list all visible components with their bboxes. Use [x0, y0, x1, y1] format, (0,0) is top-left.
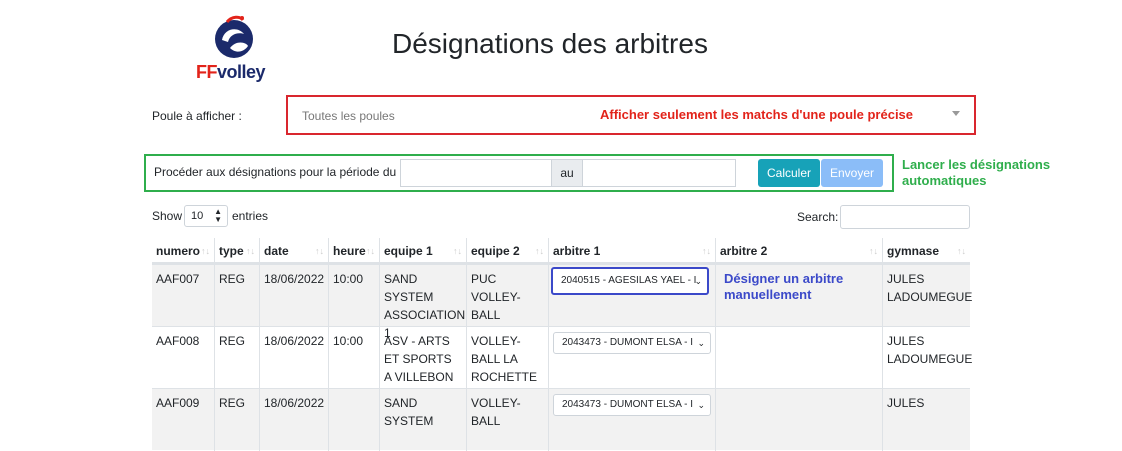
periode-form: Procéder aux désignations pour la périod…: [144, 154, 894, 192]
date-end-input[interactable]: [582, 159, 736, 187]
chevron-down-icon: ⌄: [694, 276, 702, 286]
cell-equipe2: PUC VOLLEY-BALL: [467, 265, 549, 327]
sort-icon: ↑↓: [315, 246, 324, 256]
arbitre1-select-value: 2040515 - AGESILAS YAEL - I: [561, 275, 697, 286]
cell-arbitre2: [716, 389, 883, 451]
sort-icon: ↑↓: [957, 246, 966, 256]
arbitre1-select[interactable]: 2043473 - DUMONT ELSA - I ⌄: [553, 394, 711, 416]
cell-arbitre1: 2040515 - AGESILAS YAEL - I ⌄: [549, 265, 716, 327]
caret-down-icon: [952, 111, 960, 116]
cell-arbitre1: 2043473 - DUMONT ELSA - I ⌄: [549, 389, 716, 451]
cell-heure: [329, 389, 380, 451]
search-input[interactable]: [840, 205, 970, 229]
periode-annotation: Lancer les désignations automatiques: [902, 157, 1051, 188]
poule-label: Poule à afficher :: [152, 109, 242, 123]
cell-equipe1: ASV - ARTS ET SPORTS A VILLEBON 1: [380, 327, 467, 402]
logo-ff: FF: [196, 62, 218, 82]
column-header-heure[interactable]: heure ↑↓: [329, 238, 380, 264]
arbitre1-select-value: 2043473 - DUMONT ELSA - I: [562, 399, 693, 410]
au-label: au: [552, 159, 582, 187]
arbitre1-select-value: 2043473 - DUMONT ELSA - I: [562, 337, 693, 348]
column-header-date[interactable]: date ↑↓: [260, 238, 329, 264]
sort-icon: ↑↓: [535, 246, 544, 256]
sort-icon: ↑↓: [366, 246, 375, 256]
entries-select-value: 10: [191, 210, 204, 222]
cell-date: 18/06/2022: [260, 389, 329, 451]
table-header-row: numero ↑↓ type ↑↓ date ↑↓ heure ↑↓ equipe 1 ↑…: [152, 238, 970, 264]
column-header-gymnase[interactable]: gymnase ↑↓: [883, 238, 970, 264]
table-row: AAF009 REG 18/06/2022 SAND SYSTEM VOLLEY…: [152, 388, 970, 451]
column-header-equipe2[interactable]: equipe 2 ↑↓: [467, 238, 549, 264]
sort-icon: ↑↓: [869, 246, 878, 256]
cell-equipe1: SAND SYSTEM ASSOCIATION 1: [380, 265, 467, 340]
cell-numero: AAF009: [152, 389, 215, 451]
cell-date: 18/06/2022: [260, 327, 329, 389]
logo-volley: volley: [217, 62, 266, 82]
cell-numero: AAF007: [152, 265, 215, 327]
cell-numero: AAF008: [152, 327, 215, 389]
column-header-equipe1[interactable]: equipe 1 ↑↓: [380, 238, 467, 264]
sort-icon: ↑↓: [201, 246, 210, 256]
cell-type: REG: [215, 327, 260, 389]
cell-equipe2: VOLLEY-BALL LA ROCHETTE: [467, 327, 549, 389]
arbitre1-select[interactable]: 2043473 - DUMONT ELSA - I ⌄: [553, 332, 711, 354]
entries-select[interactable]: 10 ▲ ▼: [184, 205, 228, 227]
cell-heure: 10:00: [329, 327, 380, 389]
envoyer-button[interactable]: Envoyer: [821, 159, 883, 187]
column-header-type[interactable]: type ↑↓: [215, 238, 260, 264]
periode-label: Procéder aux désignations pour la périod…: [154, 165, 397, 179]
poule-select-value: Toutes les poules: [302, 109, 395, 123]
sort-icon: ↑↓: [702, 246, 711, 256]
logo-text: FFvolley: [196, 62, 266, 83]
column-header-arbitre2[interactable]: arbitre 2 ↑↓: [716, 238, 883, 264]
arbitre1-select[interactable]: 2040515 - AGESILAS YAEL - I ⌄: [551, 267, 709, 295]
chevron-down-icon: ⌄: [697, 338, 705, 348]
poule-select[interactable]: Toutes les poules Afficher seulement les…: [286, 95, 976, 135]
sort-icon: ↑↓: [246, 246, 255, 256]
column-header-numero[interactable]: numero ↑↓: [152, 238, 215, 264]
column-header-arbitre1[interactable]: arbitre 1 ↑↓: [549, 238, 716, 264]
cell-gymnase: JULES LADOUMEGUE: [887, 272, 973, 304]
page-title: Désignations des arbitres: [392, 28, 708, 59]
search-label: Search:: [797, 210, 839, 224]
entries-label: entries: [232, 209, 269, 223]
poule-annotation: Afficher seulement les matchs d'une poul…: [600, 107, 914, 122]
cell-gymnase: JULES LADOUMEGUE: [887, 334, 973, 366]
show-label: Show: [152, 209, 183, 223]
cell-type: REG: [215, 265, 260, 327]
updown-arrow-icon: ▲ ▼: [214, 207, 222, 224]
table-row: AAF008 REG 18/06/2022 10:00 ASV - ARTS E…: [152, 326, 973, 402]
cell-arbitre1: 2043473 - DUMONT ELSA - I ⌄: [549, 327, 716, 389]
cell-gymnase: JULES: [887, 396, 925, 410]
arbitre-annotation: Désigner un arbitre manuellement: [724, 271, 844, 302]
cell-type: REG: [215, 389, 260, 451]
date-start-input[interactable]: [400, 159, 552, 187]
chevron-down-icon: ⌄: [697, 400, 705, 410]
calculer-button[interactable]: Calculer: [758, 159, 820, 187]
cell-equipe1: SAND SYSTEM: [380, 389, 467, 451]
cell-arbitre2: [716, 327, 883, 389]
cell-equipe2: VOLLEY-BALL: [467, 389, 549, 451]
cell-date: 18/06/2022: [260, 265, 329, 327]
cell-heure: 10:00: [329, 265, 380, 327]
sort-icon: ↑↓: [453, 246, 462, 256]
